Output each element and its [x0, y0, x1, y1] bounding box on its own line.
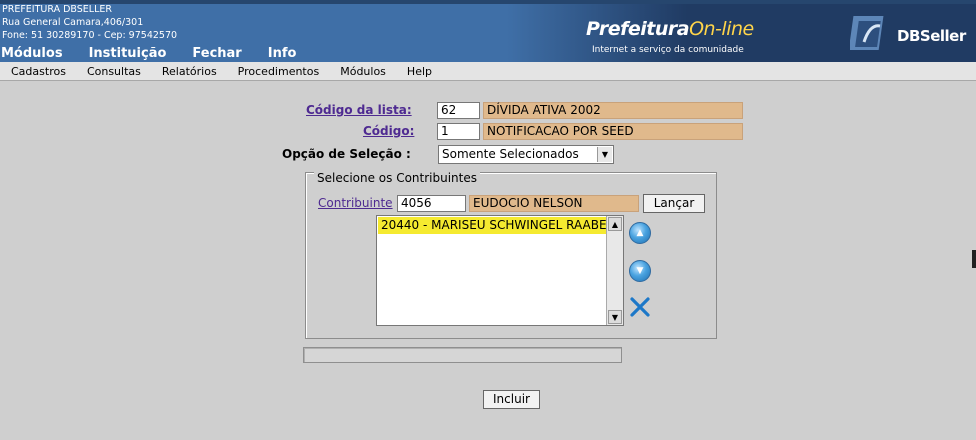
contribuintes-listbox[interactable]: 20440 - MARISEU SCHWINGEL RAABE ▲ ▼: [376, 215, 624, 326]
scroll-up-icon[interactable]: ▲: [608, 217, 622, 231]
menu-consultas[interactable]: Consultas: [87, 65, 141, 78]
menu-relatorios[interactable]: Relatórios: [162, 65, 217, 78]
lancar-button[interactable]: Lançar: [643, 194, 705, 213]
opcao-selecao-select[interactable]: Somente Selecionados ▼: [438, 145, 614, 164]
codigo-lista-description: DÍVIDA ATIVA 2002: [483, 102, 743, 119]
brand-tagline: Internet a serviço da comunidade: [592, 45, 744, 55]
chevron-down-icon[interactable]: ▼: [597, 147, 612, 162]
top-menu-instituicao[interactable]: Instituição: [89, 46, 167, 62]
organization-info: PREFEITURA DBSELLER Rua General Camara,4…: [2, 3, 177, 42]
menu-help[interactable]: Help: [407, 65, 432, 78]
contribuinte-name: EUDOCIO NELSON: [469, 195, 639, 212]
top-menu-fechar[interactable]: Fechar: [192, 46, 241, 62]
listbox-scrollbar[interactable]: ▲ ▼: [606, 216, 623, 325]
menu-procedimentos[interactable]: Procedimentos: [238, 65, 320, 78]
top-menu: Módulos Instituição Fechar Info: [0, 46, 322, 62]
dbseller-logo-icon: [850, 16, 884, 50]
move-up-button[interactable]: ▲: [629, 222, 651, 244]
arrow-down-icon: ▼: [636, 266, 644, 276]
contribuinte-link[interactable]: Contribuinte: [318, 196, 393, 210]
org-name: PREFEITURA DBSELLER: [2, 4, 112, 15]
codigo-lista-link[interactable]: Código da lista:: [306, 103, 412, 117]
top-menu-modulos[interactable]: Módulos: [1, 46, 63, 62]
codigo-description: NOTIFICACAO POR SEED: [483, 123, 743, 140]
scroll-down-icon[interactable]: ▼: [608, 310, 622, 324]
window-edge-marker: [972, 250, 976, 268]
menu-modulos[interactable]: Módulos: [340, 65, 386, 78]
incluir-button[interactable]: Incluir: [483, 390, 540, 409]
menu-bar: Cadastros Consultas Relatórios Procedime…: [0, 62, 976, 81]
contribuintes-group-legend: Selecione os Contribuintes: [314, 171, 481, 185]
opcao-selecao-value: Somente Selecionados: [442, 147, 579, 161]
arrow-up-icon: ▲: [636, 228, 644, 238]
org-address: Rua General Camara,406/301: [2, 17, 144, 28]
contribuinte-input[interactable]: 4056: [397, 195, 466, 212]
top-menu-info[interactable]: Info: [268, 46, 297, 62]
list-item[interactable]: 20440 - MARISEU SCHWINGEL RAABE: [378, 217, 607, 234]
codigo-input[interactable]: 1: [437, 123, 480, 140]
menu-cadastros[interactable]: Cadastros: [11, 65, 66, 78]
remove-x-icon[interactable]: [629, 296, 651, 318]
dbseller-logo-text: DBSeller: [897, 27, 966, 45]
codigo-lista-input[interactable]: 62: [437, 102, 480, 119]
opcao-selecao-label: Opção de Seleção :: [282, 147, 411, 161]
app-header: PREFEITURA DBSELLER Rua General Camara,4…: [0, 0, 976, 62]
prefeitura-online-logo: PrefeituraOn-line Internet a serviço da …: [586, 18, 754, 55]
move-down-button[interactable]: ▼: [629, 260, 651, 282]
progress-bar: [303, 347, 622, 363]
org-phone: Fone: 51 30289170 - Cep: 97542570: [2, 30, 178, 41]
codigo-link[interactable]: Código:: [363, 124, 414, 138]
